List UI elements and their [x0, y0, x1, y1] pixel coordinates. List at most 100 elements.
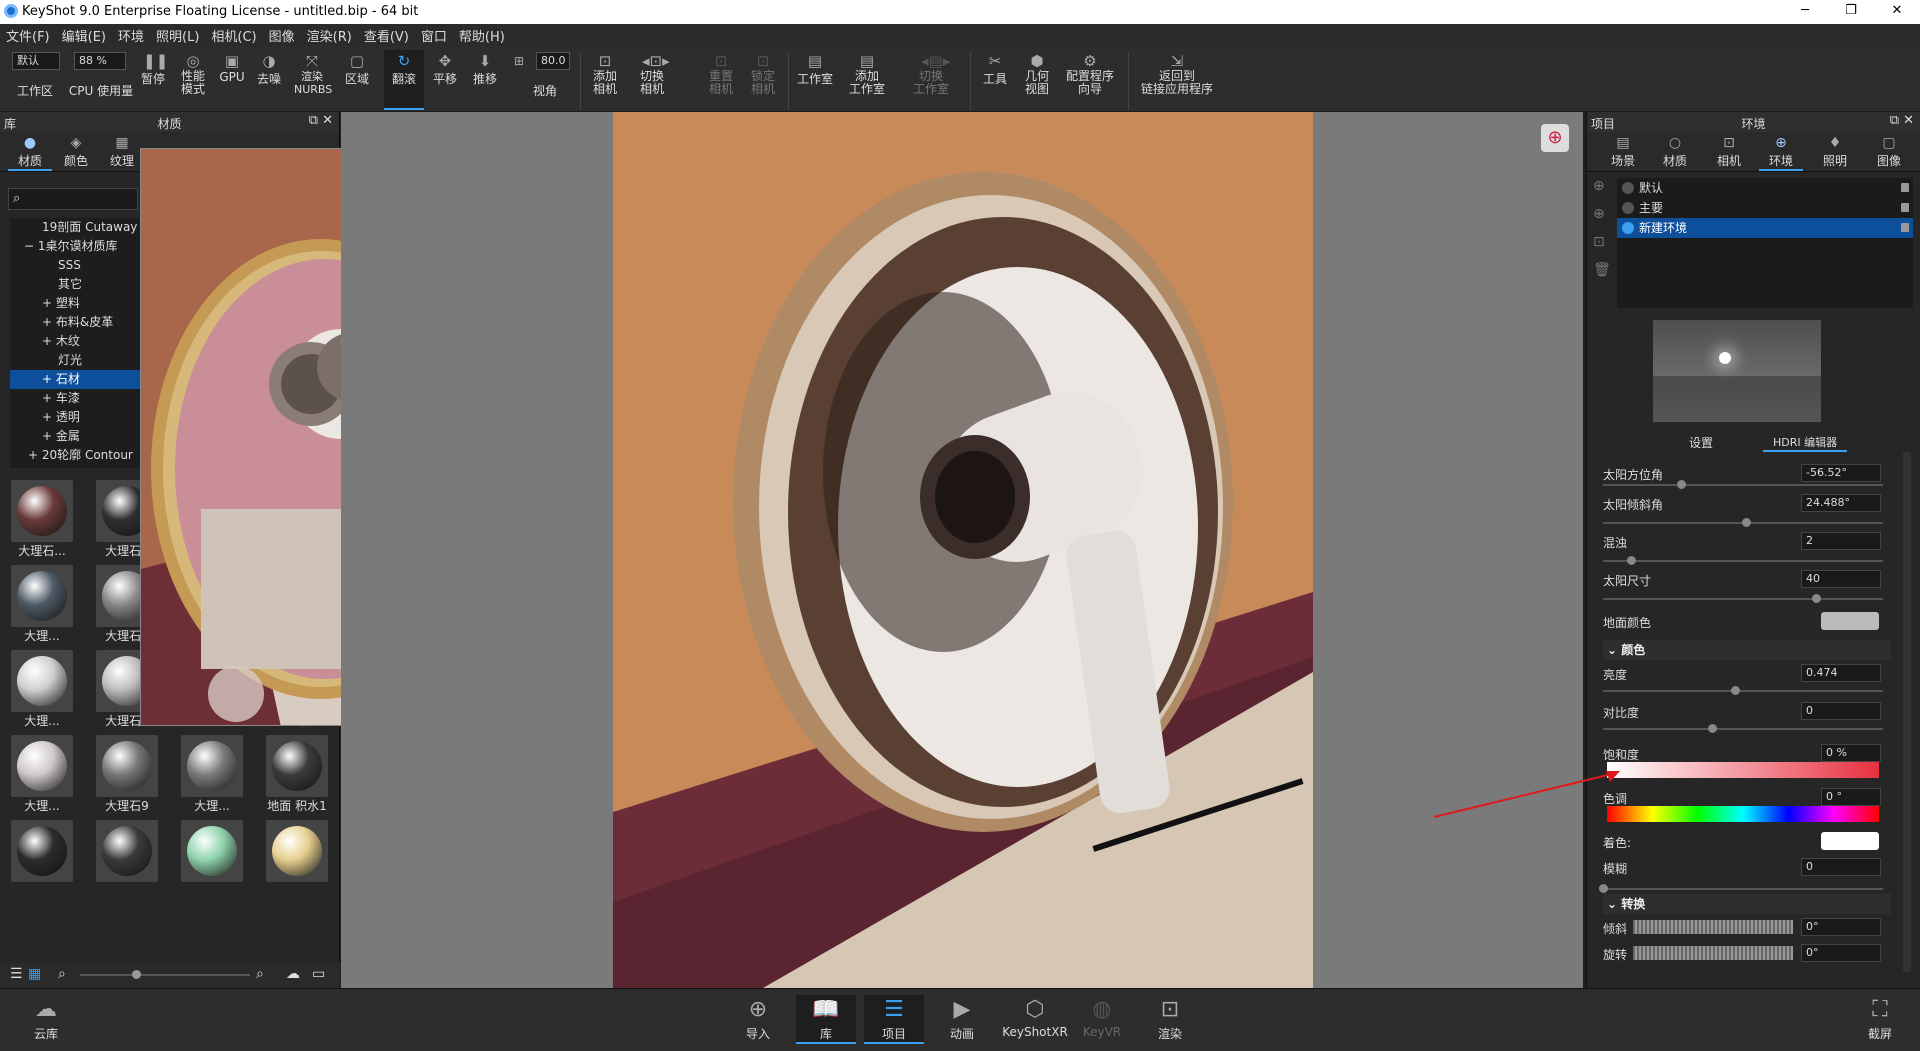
tree-item[interactable]: + 木纹 [10, 332, 140, 351]
tree-item[interactable]: + 车漆 [10, 389, 140, 408]
tumble-button[interactable]: ↻ 翻滚 [384, 50, 424, 110]
keyshotxr-button[interactable]: ⬡ KeyShotXR [1000, 995, 1070, 1039]
material-thumbnail[interactable]: 大理石... [10, 480, 74, 560]
sun-azimuth-slider[interactable] [1603, 480, 1883, 489]
tint-color-swatch[interactable] [1821, 832, 1879, 850]
region-button[interactable]: ▢ 区域 [342, 50, 372, 110]
tree-item[interactable]: + 20轮廓 Contour [10, 446, 140, 465]
geometry-view-button[interactable]: ⬢ 几何 视图 [1022, 50, 1052, 110]
menu-edit[interactable]: 编辑(E) [62, 26, 106, 45]
close-button[interactable]: ✕ [1874, 0, 1920, 24]
menu-file[interactable]: 文件(F) [6, 26, 50, 45]
menu-view[interactable]: 查看(V) [364, 26, 409, 45]
reset-camera-button[interactable]: ⊡ 重置 相机 [704, 50, 738, 110]
tree-item[interactable]: 其它 [10, 275, 140, 294]
material-thumbnail[interactable] [180, 820, 244, 900]
pause-button[interactable]: ❚❚ 暂停 [138, 50, 168, 110]
tilt-jog-slider[interactable] [1633, 920, 1793, 934]
tree-item[interactable]: 19剖面 Cutaway [10, 218, 140, 237]
realtime-render[interactable] [613, 112, 1313, 988]
rotate-jog-slider[interactable] [1633, 946, 1793, 960]
add-environment-icon[interactable]: ⊕ [1593, 178, 1611, 206]
saturation-gradient-slider[interactable] [1607, 762, 1879, 778]
dolly-button[interactable]: ⬇ 推移 [470, 50, 500, 110]
gpu-button[interactable]: ▣ GPU [218, 50, 246, 110]
blur-slider[interactable] [1599, 884, 1883, 893]
menu-lighting[interactable]: 照明(L) [156, 26, 199, 45]
tree-item[interactable]: + 金属 [10, 427, 140, 446]
zoom-out-icon[interactable]: ⌕ [58, 966, 66, 982]
library-button[interactable]: 📖 库 [796, 995, 856, 1044]
tree-item[interactable]: + 透明 [10, 408, 140, 427]
material-thumbnail[interactable]: 大理... [10, 565, 74, 645]
menu-environment[interactable]: 环境 [118, 26, 144, 45]
tab-material[interactable]: ○ 材质 [1653, 134, 1697, 169]
sun-elevation-slider[interactable] [1603, 518, 1883, 527]
saturation-input[interactable]: 0 % [1821, 744, 1881, 762]
blur-input[interactable]: 0 [1801, 858, 1881, 876]
switch-studio-button[interactable]: ◂▤▸ 切换 工作室 [906, 50, 956, 110]
tab-colors[interactable]: ◈ 颜色 [54, 134, 98, 169]
library-search-input[interactable]: ⌕ [8, 188, 138, 210]
environment-item-selected[interactable]: 新建环境 [1617, 218, 1913, 238]
tab-image[interactable]: ▢ 图像 [1867, 134, 1911, 169]
render-button[interactable]: ⊡ 渲染 [1140, 995, 1200, 1042]
close-icon[interactable]: ⧉ ✕ [309, 113, 333, 128]
turbidity-input[interactable]: 2 [1801, 532, 1881, 550]
turbidity-slider[interactable] [1603, 556, 1883, 565]
contrast-input[interactable]: 0 [1801, 702, 1881, 720]
fov-input[interactable]: 80.0 [536, 52, 570, 70]
menu-window[interactable]: 窗口 [421, 26, 447, 45]
hue-input[interactable]: 0 ° [1821, 788, 1881, 806]
switch-camera-button[interactable]: ◂⊡▸ 切换 相机 [630, 50, 674, 110]
color-section[interactable]: ⌄ 颜色 [1603, 640, 1891, 660]
globe-refresh-icon[interactable]: ⊕ [1541, 124, 1569, 152]
material-thumbnail[interactable]: 大理石9 [95, 735, 159, 815]
tab-materials[interactable]: ● 材质 [8, 134, 52, 171]
sun-azimuth-input[interactable]: -56.52° [1801, 464, 1881, 482]
cloud-download-icon[interactable]: ☁ [286, 966, 300, 982]
lock-camera-button[interactable]: ⊡ 锁定 相机 [746, 50, 780, 110]
add-studio-button[interactable]: ▤ 添加 工作室 [846, 50, 888, 110]
denoise-button[interactable]: ◑ 去噪 [254, 50, 284, 110]
tree-item[interactable]: + 布料&皮革 [10, 313, 140, 332]
contrast-slider[interactable] [1603, 724, 1883, 733]
tree-item[interactable]: 灯光 [10, 351, 140, 370]
duplicate-environment-icon[interactable]: ⊕ [1593, 206, 1611, 234]
close-icon[interactable]: ⧉ ✕ [1890, 113, 1914, 128]
zoom-in-icon[interactable]: ⌕ [256, 966, 264, 982]
render-nurbs-button[interactable]: ⤧ 渲染 NURBS [294, 50, 332, 110]
properties-scrollbar[interactable] [1903, 452, 1911, 972]
trash-icon[interactable]: 🗑 [1593, 262, 1611, 290]
tree-item[interactable]: + 塑料 [10, 294, 140, 313]
maximize-button[interactable]: ❐ [1828, 0, 1874, 24]
add-camera-button[interactable]: ⊡ 添加 相机 [588, 50, 622, 110]
environment-item[interactable]: 默认 [1617, 178, 1913, 198]
menu-image[interactable]: 图像 [269, 26, 295, 45]
configurator-wizard-button[interactable]: ⚙ 配置程序 向导 [1064, 50, 1116, 110]
hdri-preview[interactable] [1653, 320, 1821, 422]
tree-item-selected[interactable]: + 石材 [10, 370, 140, 389]
tree-item[interactable]: SSS [10, 256, 140, 275]
tab-scene[interactable]: ▤ 场景 [1601, 134, 1645, 169]
folder-icon[interactable]: ▭ [312, 966, 325, 982]
material-thumbnail[interactable]: 大理... [10, 735, 74, 815]
screenshot-button[interactable]: ⛶ 截屏 [1850, 995, 1910, 1042]
back-to-linked-app-button[interactable]: ⇲ 返回到 链接应用程序 [1138, 50, 1216, 110]
keyvr-button[interactable]: ◍ KeyVR [1072, 995, 1132, 1039]
environment-item[interactable]: 主要 [1617, 198, 1913, 218]
ground-color-swatch[interactable] [1821, 612, 1879, 630]
material-thumbnail[interactable]: 大理... [10, 650, 74, 730]
sun-size-slider[interactable] [1603, 594, 1883, 603]
studio-button[interactable]: ▤ 工作室 [794, 50, 836, 110]
menu-render[interactable]: 渲染(R) [307, 26, 352, 45]
grid-view-icon[interactable]: ▦ [28, 966, 41, 982]
tab-lighting[interactable]: ♦ 照明 [1813, 134, 1857, 169]
material-thumbnail[interactable] [95, 820, 159, 900]
transform-section[interactable]: ⌄ 转换 [1603, 894, 1891, 914]
import-button[interactable]: ⊕ 导入 [728, 995, 788, 1042]
material-thumbnail[interactable] [10, 820, 74, 900]
edit-environment-icon[interactable]: ⊡ [1593, 234, 1611, 262]
cloud-library-button[interactable]: ☁ 云库 [16, 995, 76, 1042]
animation-button[interactable]: ▶ 动画 [932, 995, 992, 1042]
